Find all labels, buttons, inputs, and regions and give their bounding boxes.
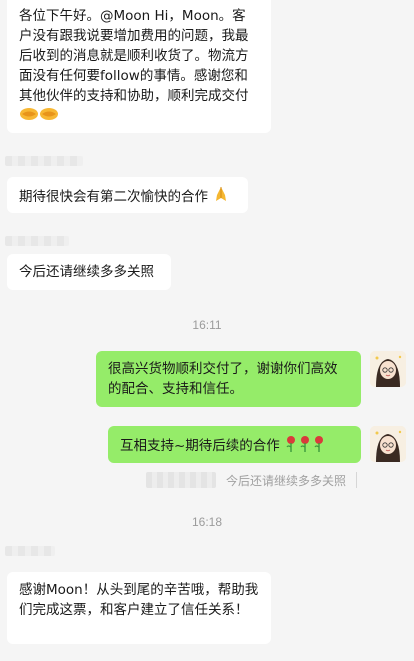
incoming-message[interactable]: 今后还请继续多多关照	[7, 254, 171, 290]
outgoing-message[interactable]: 很高兴货物顺利交付了，谢谢你们高效的配合、支持和信任。	[96, 351, 361, 407]
handshake-icon	[39, 106, 59, 128]
rose-icon	[298, 434, 312, 458]
rose-icon	[312, 434, 326, 458]
avatar[interactable]	[370, 426, 406, 462]
message-text: 互相支持~期待后续的合作	[120, 438, 280, 454]
quoted-message[interactable]: 今后还请继续多多关照	[145, 471, 357, 489]
incoming-message[interactable]: 期待很快会有第二次愉快的合作	[7, 177, 248, 213]
timestamp: 16:18	[191, 515, 223, 529]
rose-icon	[284, 434, 298, 458]
quoted-text: 今后还请继续多多关照	[225, 473, 346, 488]
chat-area[interactable]: 各位下午好。@Moon Hi，Moon。客户没有跟我说要增加费用的问题，我最后收…	[0, 0, 414, 661]
sender-name-redacted	[5, 156, 83, 166]
message-text: 很高兴货物顺利交付了，谢谢你们高效的配合、支持和信任。	[108, 361, 338, 397]
message-text: 期待很快会有第二次愉快的合作	[19, 189, 208, 205]
outgoing-message[interactable]: 互相支持~期待后续的合作	[108, 426, 361, 463]
message-text: 感谢Moon！从头到尾的辛苦哦，帮助我们完成这票，和客户建立了信任关系！	[19, 582, 259, 618]
quoted-sender-redacted	[145, 472, 216, 488]
message-text: 今后还请继续多多关照	[19, 264, 154, 280]
incoming-message[interactable]: 感谢Moon！从头到尾的辛苦哦，帮助我们完成这票，和客户建立了信任关系！	[7, 572, 271, 644]
avatar[interactable]	[370, 351, 406, 387]
incoming-message[interactable]: 各位下午好。@Moon Hi，Moon。客户没有跟我说要增加费用的问题，我最后收…	[7, 0, 271, 133]
timestamp: 16:11	[192, 318, 222, 332]
handshake-icon	[19, 106, 39, 128]
message-text: 各位下午好。@Moon Hi，Moon。客户没有跟我说要增加费用的问题，我最后收…	[19, 8, 249, 104]
sender-name-redacted	[5, 546, 55, 556]
folded-hands-icon	[212, 185, 230, 209]
sender-name-redacted	[5, 236, 69, 246]
quote-divider	[356, 472, 357, 488]
